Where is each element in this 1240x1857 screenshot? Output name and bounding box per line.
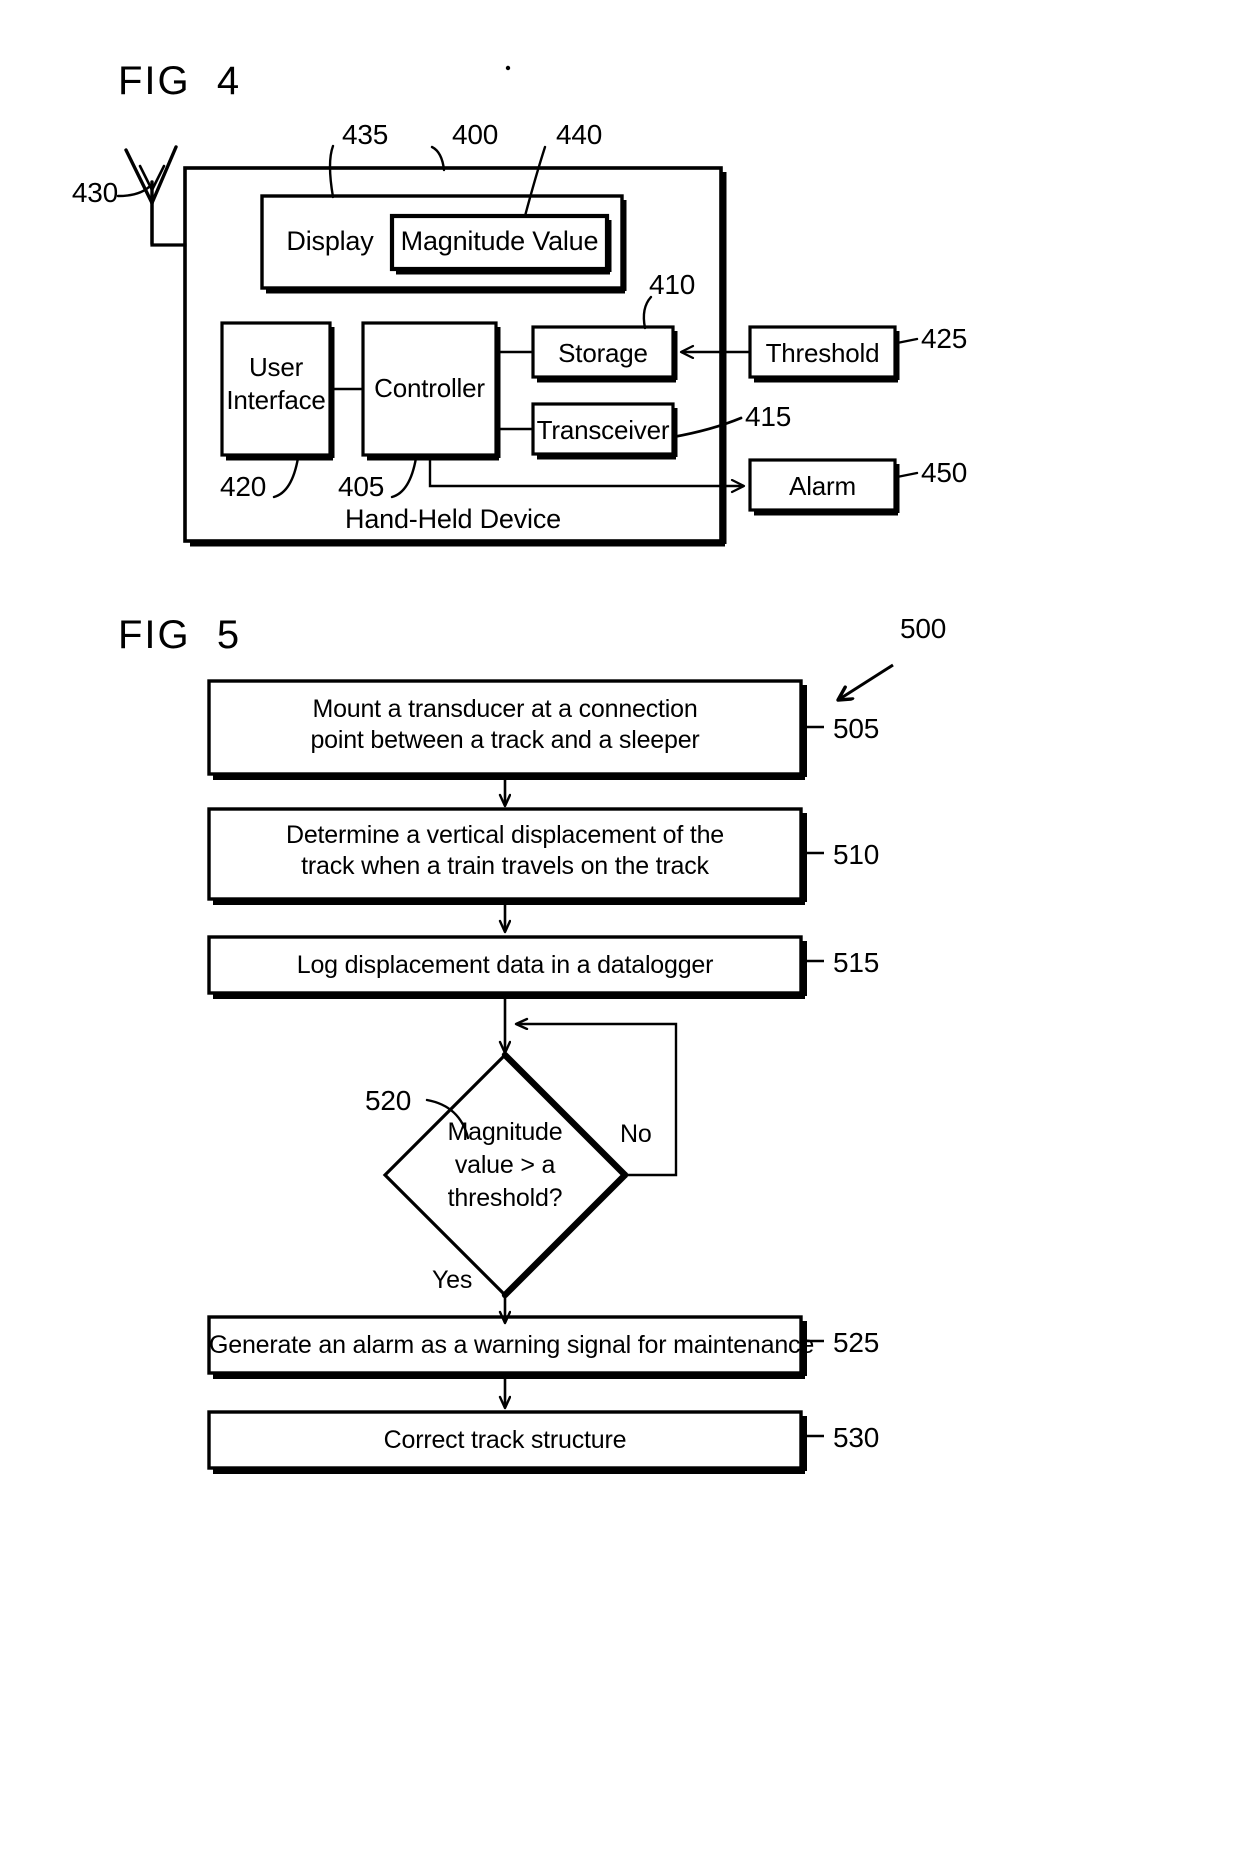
branch-yes-label: Yes <box>432 1266 473 1294</box>
step-525-line1: Generate an alarm as a warning signal fo… <box>209 1331 815 1359</box>
decision-line2: value > a <box>454 1151 556 1179</box>
display-block-label: Display <box>286 226 374 257</box>
step-505-line1: Mount a transducer at a connection <box>312 695 698 723</box>
ref-435: 435 <box>342 119 389 150</box>
threshold-block-label: Threshold <box>765 337 880 368</box>
ref-400: 400 <box>452 119 499 150</box>
decision-line3: threshold? <box>447 1184 563 1212</box>
scan-artifact-dot <box>505 65 511 71</box>
decision-line1: Magnitude <box>447 1118 563 1146</box>
step-505-line2: point between a track and a sleeper <box>310 726 700 754</box>
ref-525: 525 <box>833 1327 880 1358</box>
storage-block-label: Storage <box>558 337 648 368</box>
ref-500: 500 <box>900 613 947 644</box>
drawing-vector-layer <box>116 65 919 1474</box>
step-510-line1: Determine a vertical displacement of the <box>285 821 725 849</box>
ref-515: 515 <box>833 947 880 978</box>
user-interface-block-label-line2: Interface <box>226 384 326 415</box>
branch-no-label: No <box>620 1120 652 1148</box>
ref-415: 415 <box>745 401 792 432</box>
user-interface-block-label-line1: User <box>248 351 304 382</box>
step-515-line1: Log displacement data in a datalogger <box>296 951 714 979</box>
fig4-label: FIG 4 <box>118 59 242 103</box>
ref-510: 510 <box>833 839 880 870</box>
transceiver-block-label: Transceiver <box>536 414 670 445</box>
antenna-icon <box>124 145 187 247</box>
magnitude-value-block-label: Magnitude Value <box>400 226 599 257</box>
ref-505: 505 <box>833 713 880 744</box>
ref-430: 430 <box>71 177 118 208</box>
hand-held-device-caption: Hand-Held Device <box>345 504 561 535</box>
controller-block-label: Controller <box>374 372 485 403</box>
ref-420: 420 <box>220 471 267 502</box>
alarm-block-label: Alarm <box>789 470 856 501</box>
ref-450: 450 <box>921 457 968 488</box>
ref-440: 440 <box>556 119 603 150</box>
step-530-line1: Correct track structure <box>383 1426 627 1454</box>
ref-410: 410 <box>649 269 696 300</box>
ref-520: 520 <box>365 1085 412 1116</box>
ref-405: 405 <box>338 471 385 502</box>
step-510-line2: track when a train travels on the track <box>301 852 709 880</box>
ref-425: 425 <box>921 323 968 354</box>
ref-530: 530 <box>833 1422 880 1453</box>
patent-drawing-sheet: FIG 4 430 435 400 440 Display Magnitude … <box>0 0 1240 1857</box>
fig5-label: FIG 5 <box>118 613 242 657</box>
